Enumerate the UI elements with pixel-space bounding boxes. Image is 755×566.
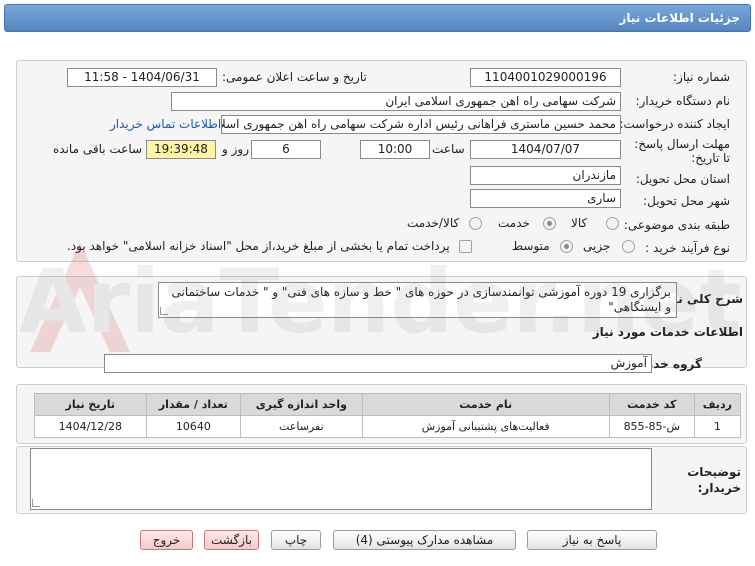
- col-row: ردیف: [693, 393, 742, 416]
- col-name: نام خدمت: [361, 393, 610, 416]
- cell-qty: 10640: [145, 415, 242, 438]
- col-date: تاریخ نیاز: [34, 393, 147, 416]
- requester-field: محمد حسین ماستری فراهانی رئیس اداره شرکت…: [221, 115, 621, 134]
- requester-label: ایجاد کننده درخواست:: [619, 117, 730, 131]
- table-row: 1 ش-85-855 فعالیت‌های پشتیبانی آموزش نفر…: [34, 415, 742, 438]
- back-button[interactable]: بازگشت: [204, 530, 259, 550]
- cell-date: 1404/12/28: [34, 415, 147, 438]
- remaining-label: ساعت باقی مانده: [53, 142, 143, 156]
- contact-buyer-link[interactable]: اطلاعات تماس خریدار: [110, 117, 221, 131]
- process-option-minor: جزیی: [583, 239, 611, 253]
- deadline-date-field: 1404/07/07: [470, 140, 621, 159]
- process-option-medium: متوسط: [512, 239, 550, 253]
- col-code: کد خدمت: [608, 393, 695, 416]
- treasury-payment-checkbox[interactable]: [459, 240, 472, 253]
- province-field: مازندران: [470, 166, 621, 185]
- services-section-title: اطلاعات خدمات مورد نیاز: [592, 325, 743, 339]
- exit-button[interactable]: خروج: [140, 530, 193, 550]
- page-header: جزئیات اطلاعات نیاز: [4, 4, 751, 32]
- announce-field: 1404/06/31 - 11:58: [67, 68, 217, 87]
- buyer-notes-label: توضیحات خریدار:: [687, 465, 741, 495]
- category-option-service: خدمت: [498, 216, 530, 230]
- col-qty: تعداد / مقدار: [145, 393, 242, 416]
- view-attachments-button[interactable]: مشاهده مدارک پیوستی (4): [333, 530, 516, 550]
- category-radio-service[interactable]: [543, 217, 556, 230]
- services-table: ردیف کد خدمت نام خدمت واحد اندازه گیری ت…: [34, 393, 742, 438]
- deadline-time-label: ساعت: [432, 142, 465, 156]
- page-title: جزئیات اطلاعات نیاز: [619, 11, 740, 25]
- process-radio-minor[interactable]: [622, 240, 635, 253]
- buyer-notes-resize-handle[interactable]: [32, 499, 40, 507]
- description-text: برگزاری 19 دوره آموزشی توانمندسازی در حو…: [171, 285, 671, 314]
- buyer-org-label: نام دستگاه خریدار:: [635, 94, 731, 108]
- city-field: ساری: [470, 189, 621, 208]
- need-number-label: شماره نیاز:: [673, 70, 730, 84]
- payment-note: پرداخت تمام یا بخشی از مبلغ خرید،از محل …: [67, 239, 450, 253]
- category-radio-goods-service[interactable]: [469, 217, 482, 230]
- category-option-goods: کالا: [571, 216, 588, 230]
- category-radio-goods[interactable]: [606, 217, 619, 230]
- col-unit: واحد اندازه گیری: [240, 393, 363, 416]
- category-option-goods-service: کالا/خدمت: [407, 216, 460, 230]
- buyer-org-field: شرکت سهامی راه اهن جمهوری اسلامی ایران: [171, 92, 621, 111]
- description-resize-handle[interactable]: [160, 307, 168, 315]
- description-box: برگزاری 19 دوره آموزشی توانمندسازی در حو…: [158, 282, 677, 318]
- buyer-notes-box: [30, 448, 652, 510]
- cell-unit: نفرساعت: [240, 415, 363, 438]
- announce-label: تاریخ و ساعت اعلان عمومی:: [222, 70, 367, 84]
- reply-button[interactable]: پاسخ به نیاز: [527, 530, 657, 550]
- services-table-header: ردیف کد خدمت نام خدمت واحد اندازه گیری ت…: [34, 393, 742, 416]
- process-label: نوع فرآیند خرید :: [645, 241, 730, 255]
- deadline-label: مهلت ارسال پاسخ: تا تاریخ:: [634, 137, 730, 165]
- deadline-time-field: 10:00: [360, 140, 430, 159]
- cell-code: ش-85-855: [608, 415, 695, 438]
- process-radio-medium[interactable]: [560, 240, 573, 253]
- cell-name: فعالیت‌های پشتیبانی آموزش: [361, 415, 610, 438]
- need-number-field: 1104001029000196: [470, 68, 621, 87]
- province-label: استان محل تحویل:: [635, 172, 730, 186]
- remaining-time-field: 19:39:48: [146, 140, 216, 159]
- days-field: 6: [251, 140, 321, 159]
- days-label: روز و: [222, 142, 249, 156]
- city-label: شهر محل تحویل:: [643, 194, 730, 208]
- cell-row: 1: [693, 415, 742, 438]
- category-label: طبقه بندی موضوعی:: [623, 218, 730, 232]
- print-button[interactable]: چاپ: [271, 530, 321, 550]
- service-group-field: آموزش: [104, 354, 652, 373]
